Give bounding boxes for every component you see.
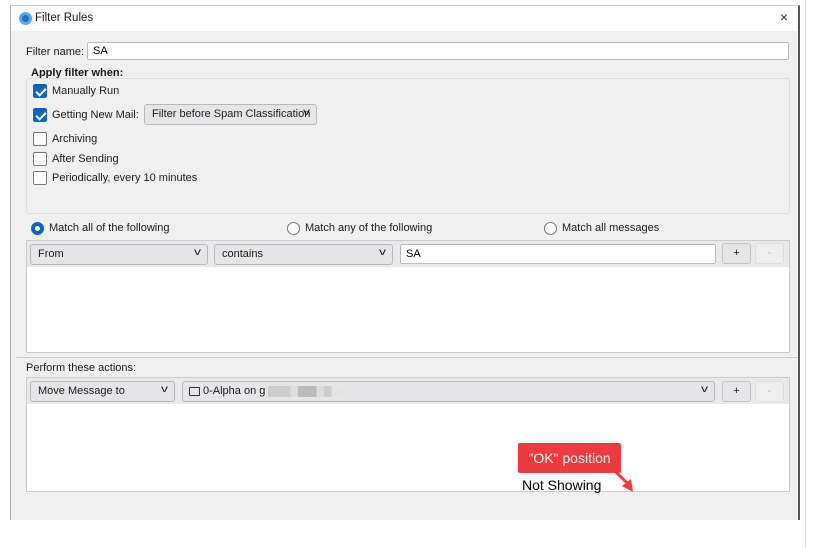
close-button[interactable]: × xyxy=(780,9,788,25)
rules-list: From v contains v + - xyxy=(26,240,790,353)
getting-new-mail-checkbox[interactable] xyxy=(33,108,47,122)
getting-new-mail-label: Getting New Mail: xyxy=(52,109,139,121)
match-all-radio[interactable] xyxy=(31,222,44,235)
add-action-button[interactable]: + xyxy=(722,381,751,402)
annotation-arrow-icon xyxy=(612,468,633,492)
match-any-label: Match any of the following xyxy=(305,222,433,234)
window-title: Filter Rules xyxy=(35,12,94,24)
spam-timing-value: Filter before Spam Classification xyxy=(152,108,311,120)
archiving-checkbox[interactable] xyxy=(33,132,47,146)
folder-icon xyxy=(189,387,200,396)
thunderbird-app-icon xyxy=(19,12,32,25)
chevron-down-icon: v xyxy=(379,247,386,258)
add-rule-button[interactable]: + xyxy=(722,243,751,264)
chevron-down-icon: v xyxy=(303,107,310,118)
chevron-down-icon: v xyxy=(194,247,201,258)
filter-name-label: Filter name: xyxy=(26,46,85,58)
filter-name-input[interactable] xyxy=(87,42,789,60)
match-all-messages-label: Match all messages xyxy=(562,222,660,234)
filter-rules-dialog: Filter Rules × Filter name: Apply filter… xyxy=(10,5,800,520)
apply-filter-group xyxy=(26,78,790,214)
actions-heading: Perform these actions: xyxy=(26,362,137,374)
chevron-down-icon: v xyxy=(701,384,708,395)
after-sending-checkbox[interactable] xyxy=(33,152,47,166)
background-divider xyxy=(805,0,806,548)
action-type-select[interactable]: Move Message to v xyxy=(30,381,175,402)
manually-run-label: Manually Run xyxy=(52,85,120,97)
target-folder-value: 0-Alpha on g xyxy=(203,385,266,397)
match-all-messages-radio[interactable] xyxy=(544,222,557,235)
chevron-down-icon: v xyxy=(161,384,168,395)
rule-value-input[interactable] xyxy=(400,244,716,264)
action-type-value: Move Message to xyxy=(38,385,125,397)
periodically-checkbox[interactable] xyxy=(33,171,47,185)
target-folder-select[interactable]: 0-Alpha on g v xyxy=(182,381,715,402)
rule-operator-select[interactable]: contains v xyxy=(214,244,393,265)
title-bar: Filter Rules × xyxy=(11,6,798,31)
annotation-note: Not Showing xyxy=(522,477,602,493)
rule-field-value: From xyxy=(38,248,64,260)
periodically-label: Periodically, every 10 minutes xyxy=(52,172,198,184)
rule-field-select[interactable]: From v xyxy=(30,244,208,265)
remove-rule-button[interactable]: - xyxy=(755,243,784,264)
divider xyxy=(16,357,798,358)
archiving-label: Archiving xyxy=(52,133,98,145)
manually-run-checkbox[interactable] xyxy=(33,84,47,98)
spam-timing-select[interactable]: Filter before Spam Classification v xyxy=(144,104,317,125)
match-any-radio[interactable] xyxy=(287,222,300,235)
match-all-label: Match all of the following xyxy=(49,222,170,234)
remove-action-button[interactable]: - xyxy=(755,381,784,402)
actions-list: Move Message to v 0-Alpha on g v + - xyxy=(26,377,790,492)
annotation-callout: "OK" position xyxy=(518,443,621,473)
after-sending-label: After Sending xyxy=(52,153,119,165)
rule-operator-value: contains xyxy=(222,248,263,260)
redacted-account xyxy=(268,385,344,397)
